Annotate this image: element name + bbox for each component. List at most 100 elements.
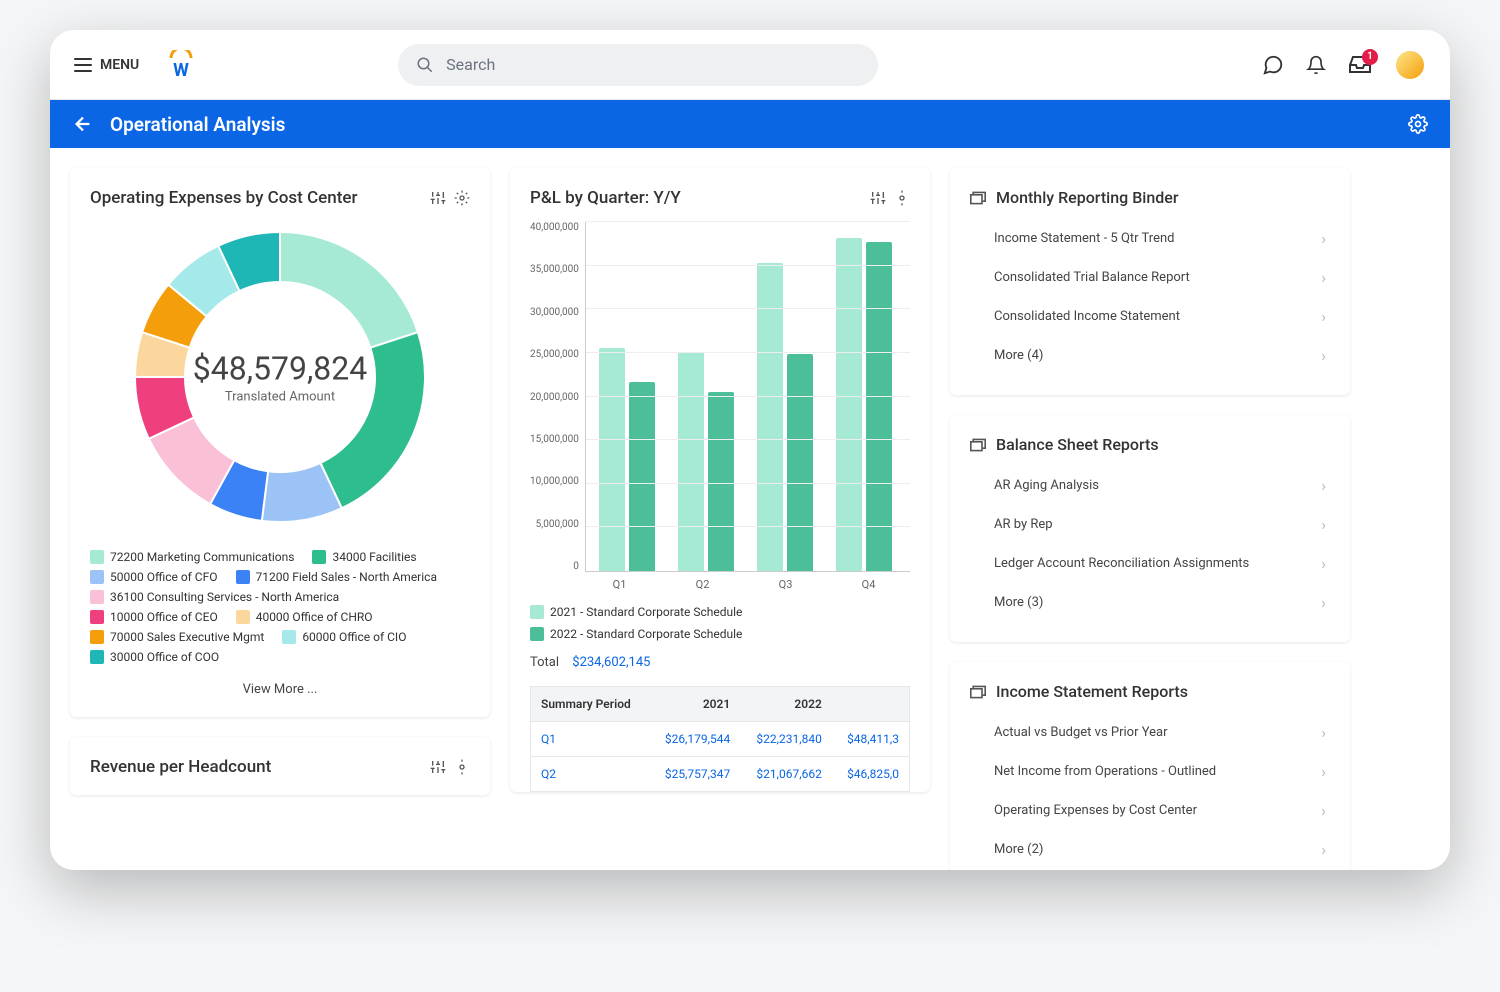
report-label: More (2) — [994, 842, 1043, 857]
bar-chart[interactable]: 40,000,00035,000,00030,000,00025,000,000… — [530, 222, 910, 572]
bar-group[interactable] — [599, 348, 655, 571]
report-label: AR Aging Analysis — [994, 478, 1099, 493]
legend-label: 70000 Sales Executive Mgmt — [110, 630, 264, 644]
sliders-icon[interactable] — [430, 759, 446, 775]
report-label: Consolidated Income Statement — [994, 309, 1180, 324]
section-title: Income Statement Reports — [970, 682, 1330, 701]
report-item[interactable]: Consolidated Trial Balance Report › — [970, 258, 1330, 297]
gear-icon[interactable] — [454, 759, 470, 775]
sliders-icon[interactable] — [430, 190, 446, 206]
report-item[interactable]: Actual vs Budget vs Prior Year› — [970, 713, 1330, 752]
report-item[interactable]: AR by Rep › — [970, 505, 1330, 544]
report-item[interactable]: Operating Expenses by Cost Center › — [970, 791, 1330, 830]
report-label: Consolidated Trial Balance Report — [994, 270, 1190, 285]
report-item[interactable]: Ledger Account Reconciliation Assignment… — [970, 544, 1330, 583]
table-row[interactable]: Q1$26,179,544$22,231,840$48,411,3 — [531, 722, 910, 757]
revenue-card-title: Revenue per Headcount — [90, 757, 271, 777]
total-value[interactable]: $234,602,145 — [572, 655, 650, 670]
bar-group[interactable] — [757, 263, 813, 571]
bar-group[interactable] — [836, 238, 892, 571]
bar[interactable] — [629, 382, 655, 571]
donut-label: Translated Amount — [193, 390, 367, 405]
report-label: Net Income from Operations - Outlined — [994, 764, 1216, 779]
chevron-right-icon: › — [1321, 762, 1326, 781]
stack-icon — [970, 191, 986, 205]
report-label: AR by Rep — [994, 517, 1053, 532]
legend-item[interactable]: 36100 Consulting Services - North Americ… — [90, 590, 339, 604]
legend-label: 36100 Consulting Services - North Americ… — [110, 590, 339, 604]
bar-card-title: P&L by Quarter: Y/Y — [530, 188, 681, 208]
gear-icon[interactable] — [894, 190, 910, 206]
legend-item[interactable]: 50000 Office of CFO — [90, 570, 218, 584]
legend-label: 50000 Office of CFO — [110, 570, 218, 584]
workday-logo[interactable]: W — [165, 49, 197, 81]
report-label: Income Statement - 5 Qtr Trend — [994, 231, 1174, 246]
report-item[interactable]: More (2) › — [970, 830, 1330, 869]
legend-label: 60000 Office of CIO — [302, 630, 406, 644]
chevron-right-icon: › — [1321, 723, 1326, 742]
legend-item[interactable]: 2021 - Standard Corporate Schedule — [530, 605, 910, 619]
legend-label: 40000 Office of CHRO — [256, 610, 373, 624]
chevron-right-icon: › — [1321, 268, 1326, 287]
report-item[interactable]: Net Income from Operations - Outlined › — [970, 752, 1330, 791]
bar[interactable] — [599, 348, 625, 571]
chevron-right-icon: › — [1321, 515, 1326, 534]
inbox-badge: 1 — [1362, 49, 1378, 65]
legend-item[interactable]: 30000 Office of COO — [90, 650, 219, 664]
report-label: Ledger Account Reconciliation Assignment… — [994, 556, 1249, 571]
total-label: Total — [530, 655, 559, 670]
legend-swatch — [90, 610, 104, 624]
legend-swatch — [236, 570, 250, 584]
report-item[interactable]: Consolidated Income Statement › — [970, 297, 1330, 336]
legend-swatch — [236, 610, 250, 624]
legend-swatch — [530, 627, 544, 641]
inbox-icon[interactable]: 1 — [1348, 55, 1372, 75]
bar[interactable] — [787, 354, 813, 571]
bar[interactable] — [757, 263, 783, 571]
legend-item[interactable]: 10000 Office of CEO — [90, 610, 218, 624]
summary-table: Summary Period20212022 Q1$26,179,544$22,… — [530, 686, 910, 792]
bar[interactable] — [708, 392, 734, 571]
legend-label: 2021 - Standard Corporate Schedule — [550, 605, 742, 619]
bell-icon[interactable] — [1306, 54, 1326, 76]
chevron-right-icon: › — [1321, 346, 1326, 365]
chevron-right-icon: › — [1321, 593, 1326, 612]
report-item[interactable]: Income Statement - 5 Qtr Trend › — [970, 219, 1330, 258]
back-arrow-icon[interactable] — [72, 113, 94, 135]
report-label: Operating Expenses by Cost Center — [994, 803, 1197, 818]
report-label: More (4) — [994, 348, 1043, 363]
legend-item[interactable]: 72200 Marketing Communications — [90, 550, 294, 564]
table-row[interactable]: Q2$25,757,347$21,067,662$46,825,0 — [531, 757, 910, 792]
bar[interactable] — [836, 238, 862, 571]
gear-icon[interactable] — [454, 190, 470, 206]
stack-icon — [970, 438, 986, 452]
settings-icon[interactable] — [1408, 114, 1428, 134]
bar-group[interactable] — [678, 352, 734, 571]
sliders-icon[interactable] — [870, 190, 886, 206]
chevron-right-icon: › — [1321, 801, 1326, 820]
chevron-right-icon: › — [1321, 307, 1326, 326]
donut-chart[interactable]: $48,579,824 Translated Amount — [125, 222, 435, 532]
legend-swatch — [90, 630, 104, 644]
legend-item[interactable]: 60000 Office of CIO — [282, 630, 406, 644]
legend-item[interactable]: 70000 Sales Executive Mgmt — [90, 630, 264, 644]
avatar[interactable] — [1394, 49, 1426, 81]
report-item[interactable]: More (3)› — [970, 583, 1330, 622]
chevron-right-icon: › — [1321, 229, 1326, 248]
legend-swatch — [90, 590, 104, 604]
search-input[interactable]: Search — [398, 44, 878, 86]
chat-icon[interactable] — [1262, 54, 1284, 76]
menu-button[interactable]: MENU — [74, 57, 139, 73]
menu-label: MENU — [100, 57, 139, 73]
legend-item[interactable]: 71200 Field Sales - North America — [236, 570, 437, 584]
bar[interactable] — [678, 352, 704, 571]
legend-label: 2022 - Standard Corporate Schedule — [550, 627, 742, 641]
chevron-right-icon: › — [1321, 840, 1326, 859]
legend-item[interactable]: 40000 Office of CHRO — [236, 610, 373, 624]
view-more-link[interactable]: View More ... — [90, 682, 470, 697]
legend-item[interactable]: 34000 Facilities — [312, 550, 416, 564]
report-item[interactable]: AR Aging Analysis› — [970, 466, 1330, 505]
report-item[interactable]: More (4) › — [970, 336, 1330, 375]
legend-item[interactable]: 2022 - Standard Corporate Schedule — [530, 627, 910, 641]
bar[interactable] — [866, 242, 892, 571]
